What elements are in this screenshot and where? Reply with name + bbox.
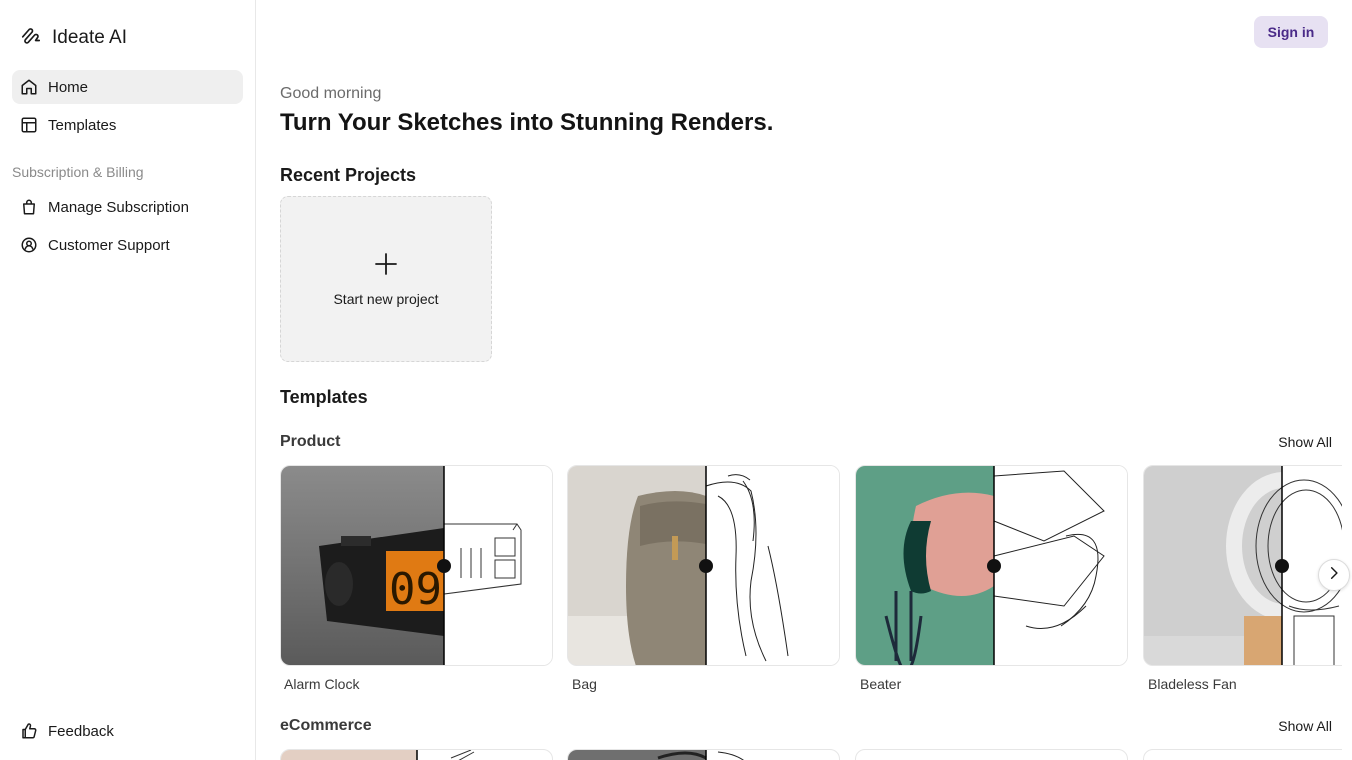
bladeless-fan-preview: [1144, 466, 1342, 665]
sidebar-item-label: Manage Subscription: [48, 198, 189, 216]
svg-text:09: 09: [389, 564, 442, 615]
start-new-project-label: Start new project: [333, 290, 439, 307]
pen-scribble-icon: [20, 24, 42, 51]
show-all-product-link[interactable]: Show All: [1278, 434, 1332, 450]
chevron-right-icon: [1327, 566, 1341, 585]
sign-in-button[interactable]: Sign in: [1254, 16, 1328, 48]
sidebar: Ideate AI Home Templates Subscription & …: [0, 0, 256, 760]
sidebar-item-label: Feedback: [48, 722, 114, 740]
templates-icon: [20, 116, 38, 134]
template-preview: [281, 750, 475, 760]
show-all-ecommerce-link[interactable]: Show All: [1278, 718, 1332, 734]
beater-preview: [856, 466, 1127, 665]
ecommerce-template-row: [280, 749, 1342, 760]
template-card[interactable]: [855, 749, 1128, 760]
sidebar-item-manage-subscription[interactable]: Manage Subscription: [12, 190, 243, 224]
template-card-alarm-clock[interactable]: 09: [280, 465, 553, 666]
category-product-label: Product: [280, 433, 341, 450]
template-title-bag: Bag: [572, 676, 597, 692]
thumbs-up-icon: [20, 722, 38, 740]
bag-icon: [20, 198, 38, 216]
bag-preview: [568, 466, 839, 665]
sidebar-item-feedback[interactable]: Feedback: [12, 714, 243, 748]
template-title-bladeless-fan: Bladeless Fan: [1148, 676, 1237, 692]
template-card-bag[interactable]: [567, 465, 840, 666]
templates-title: Templates: [280, 387, 368, 407]
category-ecommerce-label: eCommerce: [280, 717, 372, 734]
sidebar-item-label: Templates: [48, 116, 117, 134]
brand-name: Ideate AI: [52, 26, 128, 48]
greeting: Good morning: [280, 85, 382, 102]
sidebar-item-label: Customer Support: [48, 236, 170, 254]
plus-icon: [374, 252, 398, 281]
template-card[interactable]: [1143, 749, 1342, 760]
recent-projects-title: Recent Projects: [280, 165, 417, 185]
home-icon: [20, 78, 38, 96]
template-card-beater[interactable]: [855, 465, 1128, 666]
start-new-project-button[interactable]: Start new project: [280, 196, 492, 362]
support-icon: [20, 236, 38, 254]
sidebar-item-label: Home: [48, 78, 89, 96]
sidebar-item-home[interactable]: Home: [12, 70, 243, 104]
template-preview: [568, 750, 744, 760]
sidebar-item-customer-support[interactable]: Customer Support: [12, 228, 243, 262]
carousel-next-button[interactable]: [1318, 559, 1350, 591]
alarm-clock-preview: 09: [281, 466, 552, 665]
billing-section-label: Subscription & Billing: [12, 164, 144, 180]
template-card[interactable]: [567, 749, 840, 760]
template-card-bladeless-fan[interactable]: [1143, 465, 1342, 666]
page-title: Turn Your Sketches into Stunning Renders…: [280, 109, 774, 136]
brand[interactable]: Ideate AI: [20, 24, 127, 51]
template-card[interactable]: [280, 749, 553, 760]
template-title-beater: Beater: [860, 676, 902, 692]
template-title-alarm-clock: Alarm Clock: [284, 676, 360, 692]
product-template-row: 09: [280, 465, 1342, 667]
sidebar-item-templates[interactable]: Templates: [12, 108, 243, 142]
